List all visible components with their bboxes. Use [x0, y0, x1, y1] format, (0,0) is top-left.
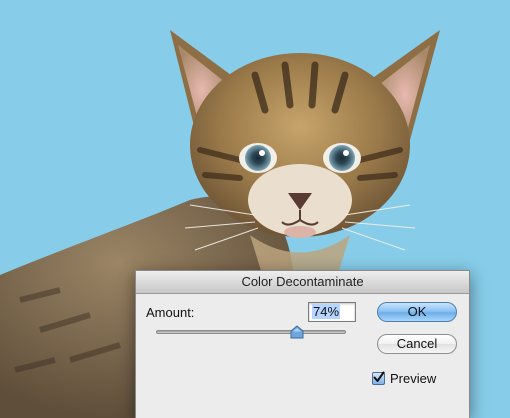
preview-label: Preview — [390, 371, 437, 386]
amount-value: 74% — [312, 304, 341, 319]
dialog-title-bar[interactable]: Color Decontaminate — [136, 271, 469, 294]
amount-slider-track[interactable] — [156, 330, 346, 334]
cancel-button[interactable]: Cancel — [377, 334, 457, 354]
amount-label: Amount: — [146, 305, 195, 320]
preview-checkbox[interactable] — [372, 371, 385, 385]
slider-thumb-icon[interactable] — [290, 325, 304, 339]
color-decontaminate-dialog: Color Decontaminate Amount: 74% OK Cance… — [135, 270, 470, 418]
ok-button[interactable]: OK — [377, 302, 457, 322]
dialog-title: Color Decontaminate — [241, 274, 364, 289]
checkmark-icon — [373, 371, 385, 382]
amount-input[interactable]: 74% — [308, 302, 356, 322]
